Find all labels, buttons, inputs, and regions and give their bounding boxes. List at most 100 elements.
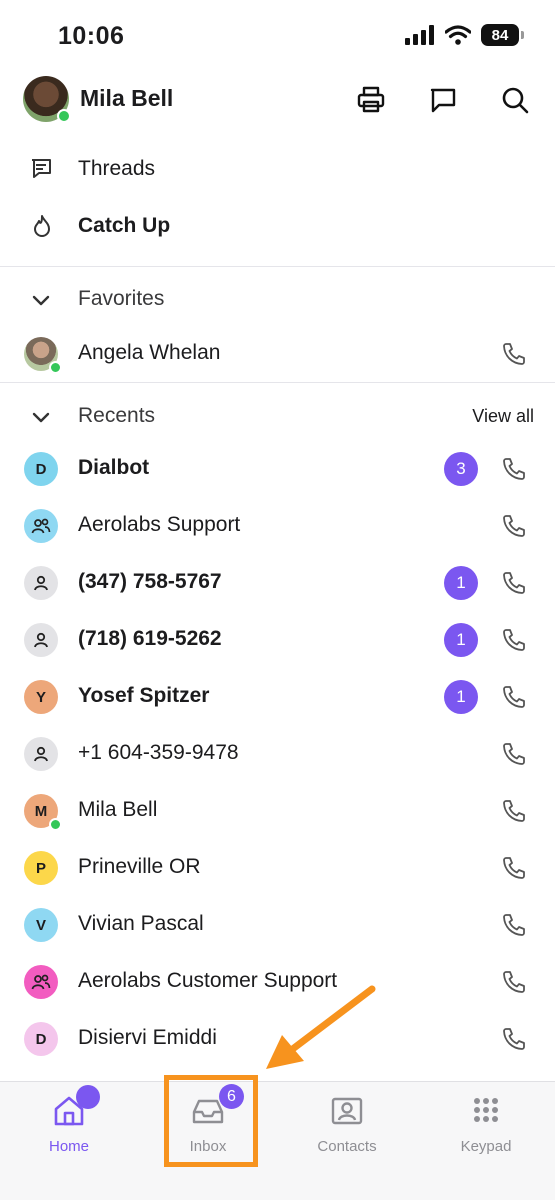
nav-threads[interactable]: Threads — [0, 143, 555, 195]
wifi-icon — [445, 25, 471, 45]
status-time: 10:06 — [58, 22, 125, 50]
favorites-title: Favorites — [78, 287, 165, 310]
recents-section-header[interactable]: Recents View all — [0, 397, 555, 437]
contact-avatar: M — [24, 794, 62, 831]
contact-name: (347) 758-5767 — [78, 570, 222, 593]
contact-name: Vivian Pascal — [78, 912, 204, 935]
online-status-dot — [57, 109, 71, 123]
avatar-initial: D — [35, 460, 47, 478]
tab-home-label: Home — [48, 1138, 89, 1155]
battery-level: 84 — [491, 26, 509, 44]
avatar-initial: V — [35, 916, 46, 934]
contact-avatar: D — [24, 452, 58, 486]
contact-name: Angela Whelan — [78, 341, 221, 364]
phone-icon[interactable] — [501, 855, 527, 881]
contact-name: Prineville OR — [78, 855, 201, 878]
recents-title: Recents — [78, 404, 156, 427]
home-icon — [52, 1085, 100, 1128]
phone-icon[interactable] — [501, 627, 527, 653]
unread-badge: 1 — [444, 680, 478, 714]
contact-name: Aerolabs Support — [78, 513, 241, 536]
recent-contact-row[interactable]: (347) 758-5767 1 — [0, 555, 555, 612]
contact-name: +1 604-359-9478 — [78, 741, 239, 764]
search-button[interactable] — [497, 82, 533, 118]
contact-name: Mila Bell — [78, 798, 158, 821]
recent-contact-row[interactable]: M Mila Bell — [0, 783, 555, 840]
phone-icon[interactable] — [501, 741, 527, 767]
contact-avatar — [24, 509, 58, 543]
keypad-icon — [469, 1094, 503, 1128]
phone-icon[interactable] — [501, 798, 527, 824]
phone-icon[interactable] — [501, 513, 527, 539]
contact-avatar — [24, 566, 58, 600]
annotation-highlight-box — [164, 1075, 258, 1167]
contact-name: Disiervi Emiddi — [78, 1026, 217, 1049]
person-icon — [32, 574, 50, 592]
threads-icon — [28, 155, 56, 183]
favorites-section-header[interactable]: Favorites — [0, 280, 555, 320]
recent-contact-row[interactable]: Y Yosef Spitzer 1 — [0, 669, 555, 726]
recent-contact-row[interactable]: P Prineville OR — [0, 840, 555, 897]
nav-catch-up-label: Catch Up — [78, 214, 171, 237]
message-icon — [430, 88, 456, 113]
status-bar: 10:06 84 — [0, 0, 555, 70]
contact-avatar: V — [24, 908, 58, 942]
divider — [0, 382, 555, 383]
nav-catch-up[interactable]: Catch Up — [0, 200, 555, 252]
signal-icon — [405, 25, 434, 45]
tab-contacts[interactable]: Contacts — [292, 1094, 402, 1164]
contact-name: Dialbot — [78, 456, 150, 479]
online-status-dot — [49, 818, 62, 831]
home-badge — [76, 1085, 100, 1109]
tab-bar: Home 6 Inbox Contacts Keypad — [0, 1081, 555, 1200]
avatar-initial: M — [34, 802, 48, 820]
contact-avatar — [24, 965, 58, 999]
recent-contact-row[interactable]: Aerolabs Support — [0, 498, 555, 555]
contact-avatar: P — [24, 851, 58, 885]
status-icons: 84 — [405, 24, 524, 46]
group-icon — [31, 517, 51, 535]
online-status-dot — [49, 361, 62, 374]
avatar-initial: P — [35, 859, 46, 877]
print-button[interactable] — [353, 82, 389, 118]
annotation-arrow — [266, 985, 376, 1069]
tab-contacts-label: Contacts — [317, 1138, 377, 1155]
user-name[interactable]: Mila Bell — [80, 85, 173, 112]
flame-icon — [28, 212, 56, 240]
tab-keypad[interactable]: Keypad — [431, 1094, 541, 1164]
app-header: Mila Bell — [0, 74, 555, 126]
contact-avatar: D — [24, 1022, 58, 1056]
user-avatar[interactable] — [23, 76, 71, 123]
contact-avatar: Y — [24, 680, 58, 714]
recent-contact-row[interactable]: (718) 619-5262 1 — [0, 612, 555, 669]
contact-avatar — [24, 337, 62, 374]
person-icon — [32, 745, 50, 763]
phone-icon[interactable] — [501, 456, 527, 482]
avatar-initial: Y — [35, 688, 46, 706]
phone-icon[interactable] — [501, 969, 527, 995]
phone-icon[interactable] — [501, 912, 527, 938]
chevron-down-icon — [32, 295, 50, 306]
unread-badge: 1 — [444, 623, 478, 657]
phone-icon[interactable] — [501, 684, 527, 710]
phone-icon[interactable] — [501, 1026, 527, 1052]
nav-threads-label: Threads — [78, 157, 156, 180]
header-actions — [353, 82, 533, 118]
unread-badge: 3 — [444, 452, 478, 486]
contact-name: (718) 619-5262 — [78, 627, 222, 650]
recent-contact-row[interactable]: D Dialbot 3 — [0, 441, 555, 498]
phone-icon[interactable] — [501, 570, 527, 596]
divider — [0, 266, 555, 267]
person-icon — [32, 631, 50, 649]
recent-contact-row[interactable]: V Vivian Pascal — [0, 897, 555, 954]
favorite-contact-row[interactable]: Angela Whelan — [0, 326, 555, 383]
tab-home[interactable]: Home — [14, 1085, 124, 1164]
printer-icon — [357, 86, 385, 113]
tab-keypad-label: Keypad — [460, 1138, 512, 1155]
view-all-link[interactable]: View all — [472, 406, 534, 427]
messages-button[interactable] — [425, 82, 461, 118]
battery-indicator: 84 — [481, 24, 524, 46]
group-icon — [31, 973, 51, 991]
recent-contact-row[interactable]: +1 604-359-9478 — [0, 726, 555, 783]
phone-icon[interactable] — [501, 341, 527, 367]
